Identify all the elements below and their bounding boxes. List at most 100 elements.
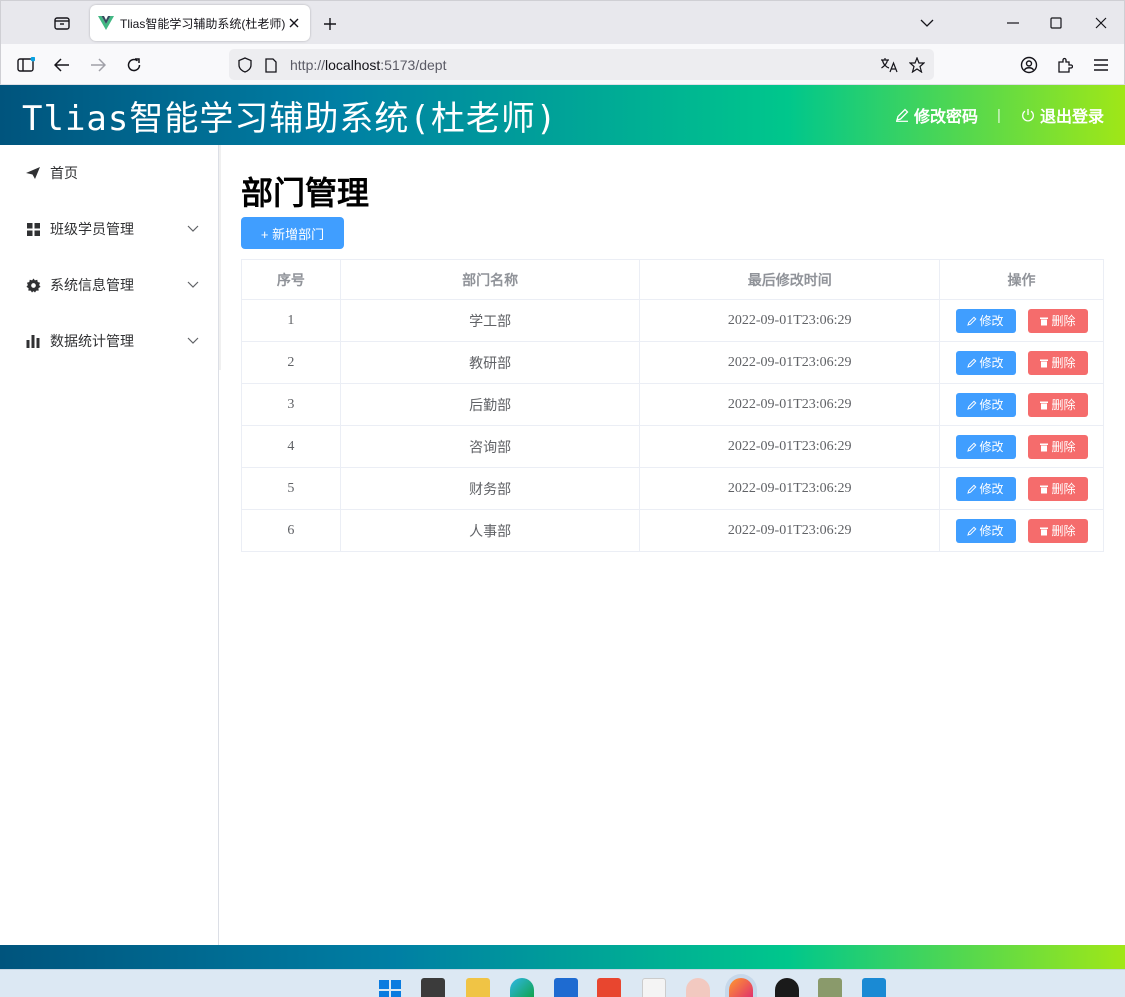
edit-button[interactable]: 修改: [955, 518, 1016, 543]
delete-button[interactable]: 删除: [1027, 350, 1088, 375]
edit-pen-icon: [967, 441, 978, 452]
account-icon[interactable]: [1016, 52, 1042, 78]
page-title: 部门管理: [241, 175, 370, 211]
app-title: Tlias智能学习辅助系统(杜老师): [22, 99, 558, 139]
table-row: 3 后勤部 2022-09-01T23:06:29 修改 删除: [241, 383, 1104, 426]
file-explorer-icon[interactable]: [466, 978, 490, 997]
sidebar-item-data-statistics[interactable]: 数据统计管理: [1, 313, 219, 369]
address-bar[interactable]: http://localhost:5173/dept: [229, 49, 934, 80]
page-icon[interactable]: [261, 55, 281, 75]
edit-pen-icon: [967, 315, 978, 326]
delete-button[interactable]: 删除: [1027, 476, 1088, 501]
cell-index: 6: [241, 509, 341, 552]
tab-list-icon[interactable]: [49, 11, 75, 35]
edit-pen-icon: [967, 483, 978, 494]
screenshot-app-icon[interactable]: [818, 978, 842, 997]
edit-pen-icon: [967, 525, 978, 536]
sidebar-item-home[interactable]: 首页: [1, 145, 219, 201]
cell-updated-time: 2022-09-01T23:06:29: [639, 467, 941, 510]
logout-link[interactable]: 退出登录: [1020, 105, 1105, 126]
paper-plane-icon: [25, 165, 41, 181]
cell-index: 4: [241, 425, 341, 468]
back-icon[interactable]: [49, 52, 75, 78]
logout-label: 退出登录: [1040, 109, 1105, 126]
sidebar-toggle-icon[interactable]: [13, 52, 39, 78]
cell-department-name: 财务部: [339, 467, 641, 510]
trash-icon: [1039, 399, 1050, 410]
column-header-name: 部门名称: [339, 259, 641, 300]
minimize-icon[interactable]: [998, 9, 1028, 37]
browser-nav-bar: http://localhost:5173/dept: [0, 44, 1125, 85]
extensions-icon[interactable]: [1052, 52, 1078, 78]
vscode-icon[interactable]: [862, 978, 886, 997]
cell-index: 2: [241, 341, 341, 384]
qq-icon[interactable]: [775, 978, 799, 997]
bookmark-star-icon[interactable]: [907, 55, 927, 75]
change-password-label: 修改密码: [914, 109, 979, 126]
app-footer-bar: [0, 945, 1125, 969]
wps-office-icon[interactable]: [597, 978, 621, 997]
cell-index: 5: [241, 467, 341, 510]
edit-button[interactable]: 修改: [955, 350, 1016, 375]
cell-index: 1: [241, 299, 341, 342]
change-password-link[interactable]: 修改密码: [894, 105, 979, 126]
browser-tab-active[interactable]: Tlias智能学习辅助系统(杜老师): [90, 5, 310, 41]
store-icon[interactable]: [554, 978, 578, 997]
department-table: 序号 部门名称 最后修改时间 操作 1 学工部 2022-09-01T23:06…: [241, 259, 1104, 552]
sidebar-item-label: 数据统计管理: [50, 333, 134, 349]
cell-department-name: 学工部: [339, 299, 641, 342]
new-tab-icon[interactable]: [319, 13, 341, 35]
trash-icon: [1039, 525, 1050, 536]
table-row: 1 学工部 2022-09-01T23:06:29 修改 删除: [241, 299, 1104, 342]
gear-icon: [25, 277, 41, 293]
cell-actions: 修改 删除: [939, 299, 1104, 342]
edit-button[interactable]: 修改: [955, 476, 1016, 501]
shield-icon[interactable]: [235, 55, 255, 75]
chevron-down-icon: [187, 225, 199, 232]
translate-icon[interactable]: [879, 55, 899, 75]
add-department-button[interactable]: + 新增部门: [241, 217, 344, 249]
delete-button[interactable]: 删除: [1027, 308, 1088, 333]
edit-button[interactable]: 修改: [955, 392, 1016, 417]
delete-button[interactable]: 删除: [1027, 518, 1088, 543]
sidebar-item-label: 班级学员管理: [50, 221, 134, 237]
table-row: 2 教研部 2022-09-01T23:06:29 修改 删除: [241, 341, 1104, 384]
app-header: Tlias智能学习辅助系统(杜老师) 修改密码 | 退出登录: [0, 85, 1125, 145]
trash-icon: [1039, 483, 1050, 494]
column-header-actions: 操作: [939, 259, 1104, 300]
sidebar: 首页 班级学员管理 系统信息管理 数据统计管理: [1, 145, 221, 945]
sidebar-item-label: 首页: [50, 165, 78, 181]
typora-icon[interactable]: [642, 978, 666, 997]
sidebar-item-label: 系统信息管理: [50, 277, 134, 293]
edit-button[interactable]: 修改: [955, 434, 1016, 459]
cell-updated-time: 2022-09-01T23:06:29: [639, 299, 941, 342]
maximize-icon[interactable]: [1041, 9, 1071, 37]
menu-icon[interactable]: [1088, 52, 1114, 78]
chevron-down-icon: [187, 337, 199, 344]
forward-icon[interactable]: [85, 52, 111, 78]
avatar-app-icon[interactable]: [686, 978, 710, 997]
table-row: 4 咨询部 2022-09-01T23:06:29 修改 删除: [241, 425, 1104, 468]
cell-actions: 修改 删除: [939, 425, 1104, 468]
task-view-icon[interactable]: [421, 978, 445, 997]
reload-icon[interactable]: [121, 52, 147, 78]
sidebar-item-class-student[interactable]: 班级学员管理: [1, 201, 219, 257]
sidebar-item-system-info[interactable]: 系统信息管理: [1, 257, 219, 313]
tab-dropdown-icon[interactable]: [912, 9, 942, 37]
edit-button[interactable]: 修改: [955, 308, 1016, 333]
column-header-updated-time: 最后修改时间: [639, 259, 941, 300]
chevron-down-icon: [187, 281, 199, 288]
edit-pen-icon: [967, 399, 978, 410]
trash-icon: [1039, 315, 1050, 326]
cell-index: 3: [241, 383, 341, 426]
windows-start-icon[interactable]: [378, 978, 402, 997]
cell-department-name: 后勤部: [339, 383, 641, 426]
delete-button[interactable]: 删除: [1027, 392, 1088, 417]
close-tab-icon[interactable]: [286, 15, 302, 31]
edge-browser-icon[interactable]: [510, 978, 534, 997]
firefox-icon[interactable]: [729, 978, 753, 997]
close-window-icon[interactable]: [1086, 9, 1116, 37]
edit-pen-icon: [967, 357, 978, 368]
cell-actions: 修改 删除: [939, 383, 1104, 426]
delete-button[interactable]: 删除: [1027, 434, 1088, 459]
